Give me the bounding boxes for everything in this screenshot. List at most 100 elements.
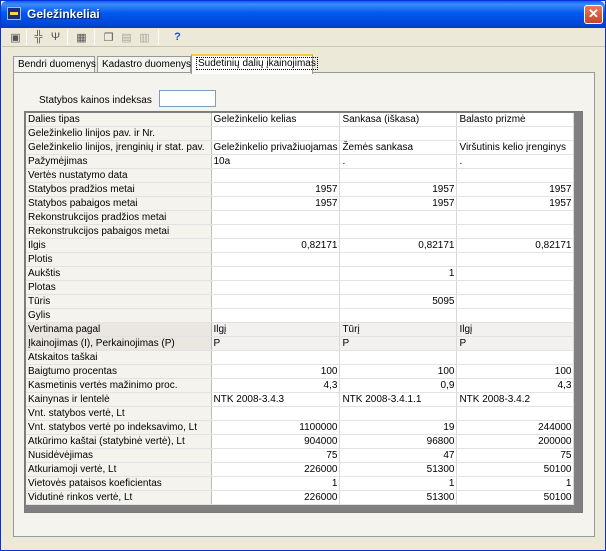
- grid-cell[interactable]: Žemės sankasa: [339, 140, 458, 156]
- grid-cell[interactable]: [211, 126, 341, 142]
- grid-cell[interactable]: 10a: [211, 154, 341, 170]
- grid-cell[interactable]: [339, 308, 458, 324]
- paste-icon[interactable]: ▤: [119, 30, 134, 44]
- grid-cell[interactable]: [456, 308, 575, 324]
- grid-cell[interactable]: 100: [211, 364, 341, 380]
- grid-cell[interactable]: [339, 210, 458, 226]
- grid-cell[interactable]: 4,3: [211, 378, 341, 394]
- help-icon[interactable]: ?: [170, 30, 185, 44]
- grid-cell[interactable]: Sankasa (iškasa): [339, 113, 458, 128]
- construction-index-input[interactable]: [159, 90, 216, 107]
- grid-cell[interactable]: NTK 2008-3.4.2: [456, 392, 575, 408]
- grid-cell[interactable]: P: [339, 336, 458, 352]
- grid-cell[interactable]: 1957: [211, 182, 341, 198]
- grid-cell[interactable]: [456, 350, 575, 366]
- grid-cell[interactable]: [211, 350, 341, 366]
- grid-cell[interactable]: 1: [211, 476, 341, 492]
- grid-cell[interactable]: 0,9: [339, 378, 458, 394]
- grid-cell[interactable]: 0,82171: [456, 238, 575, 254]
- grid-cell[interactable]: 75: [456, 448, 575, 464]
- grid-cell[interactable]: [211, 406, 341, 422]
- valuation-grid[interactable]: Dalies tipas Geležinkelio kelias Sankasa (…: [24, 111, 583, 513]
- grid-cell[interactable]: 0,82171: [339, 238, 458, 254]
- close-button[interactable]: ✕: [584, 5, 603, 24]
- grid-cell[interactable]: 19: [339, 420, 458, 436]
- grid-cell[interactable]: 100: [456, 364, 575, 380]
- grid-cell[interactable]: [339, 350, 458, 366]
- grid-cell[interactable]: [339, 252, 458, 268]
- grid-cell[interactable]: [211, 224, 341, 240]
- grid-cell[interactable]: [211, 168, 341, 184]
- tab-component-valuation[interactable]: Sudetinių dalių įkainojimas: [191, 54, 318, 74]
- grid-cell[interactable]: NTK 2008-3.4.3: [211, 392, 341, 408]
- grid-cell[interactable]: Geležinkelio kelias: [211, 113, 341, 128]
- grid-cell[interactable]: P: [456, 336, 575, 352]
- grid-cell[interactable]: 226000: [211, 462, 341, 478]
- grid-cell[interactable]: 904000: [211, 434, 341, 450]
- grid-cell[interactable]: 100: [339, 364, 458, 380]
- grid-cell[interactable]: 1957: [456, 182, 575, 198]
- grid-cell[interactable]: 1: [456, 476, 575, 492]
- grid-cell[interactable]: 1957: [211, 196, 341, 212]
- copy-icon[interactable]: ❐: [101, 30, 116, 44]
- tab-general[interactable]: Bendri duomenys: [13, 56, 96, 73]
- grid-cell[interactable]: [211, 308, 341, 324]
- grid-cell[interactable]: Ilgį: [456, 322, 575, 338]
- grid-cell[interactable]: 5095: [339, 294, 458, 310]
- grid-cell[interactable]: [456, 210, 575, 226]
- grid-cell[interactable]: [211, 266, 341, 282]
- grid-cell[interactable]: Ilgį: [211, 322, 341, 338]
- clipboard-icon[interactable]: ▥: [137, 30, 152, 44]
- grid-cell[interactable]: [211, 252, 341, 268]
- grid-cell[interactable]: [456, 406, 575, 422]
- grid-cell[interactable]: 1957: [339, 182, 458, 198]
- table-row: Atskaitos taškai: [26, 350, 575, 366]
- grid-cell[interactable]: [339, 168, 458, 184]
- grid-cell[interactable]: [339, 224, 458, 240]
- grid-cell[interactable]: 1100000: [211, 420, 341, 436]
- grid-cell[interactable]: [339, 126, 458, 142]
- grid-cell[interactable]: [456, 266, 575, 282]
- grid-cell[interactable]: [211, 280, 341, 296]
- grid-cell[interactable]: P: [211, 336, 341, 352]
- grid-cell[interactable]: Balasto prizmė: [456, 113, 575, 128]
- grid-cell[interactable]: [456, 224, 575, 240]
- grid-cell[interactable]: Viršutinis kelio įrenginys: [456, 140, 575, 156]
- tab-cadastre[interactable]: Kadastro duomenys: [97, 56, 191, 73]
- grid-cell[interactable]: .: [456, 154, 575, 170]
- calculator-icon[interactable]: ▦: [74, 30, 89, 44]
- grid-cell[interactable]: [211, 294, 341, 310]
- grid-cell[interactable]: [339, 280, 458, 296]
- grid-cell[interactable]: 0,82171: [211, 238, 341, 254]
- title-bar[interactable]: Geležinkeliai ✕: [1, 1, 605, 28]
- grid-cell[interactable]: Geležinkelio privažiuojamas: [211, 140, 341, 156]
- fork-icon[interactable]: Ψ: [48, 30, 63, 44]
- grid-cell[interactable]: 226000: [211, 490, 341, 506]
- grid-cell[interactable]: 1957: [339, 196, 458, 212]
- grid-cell[interactable]: 51300: [339, 490, 458, 506]
- grid-cell[interactable]: 244000: [456, 420, 575, 436]
- grid-cell[interactable]: [456, 168, 575, 184]
- grid-cell[interactable]: [211, 210, 341, 226]
- tree-icon[interactable]: ╬: [31, 30, 46, 44]
- grid-cell[interactable]: 51300: [339, 462, 458, 478]
- grid-cell[interactable]: NTK 2008-3.4.1.1: [339, 392, 458, 408]
- grid-cell[interactable]: 1: [339, 266, 458, 282]
- grid-cell[interactable]: .: [339, 154, 458, 170]
- grid-cell[interactable]: 50100: [456, 490, 575, 506]
- grid-cell[interactable]: 50100: [456, 462, 575, 478]
- grid-cell[interactable]: 1957: [456, 196, 575, 212]
- grid-cell[interactable]: 200000: [456, 434, 575, 450]
- grid-cell[interactable]: [456, 252, 575, 268]
- grid-cell[interactable]: 96800: [339, 434, 458, 450]
- grid-cell[interactable]: 4,3: [456, 378, 575, 394]
- grid-cell[interactable]: 47: [339, 448, 458, 464]
- save-icon[interactable]: ▣: [8, 30, 23, 44]
- grid-cell[interactable]: 1: [339, 476, 458, 492]
- grid-cell[interactable]: 75: [211, 448, 341, 464]
- grid-cell[interactable]: [456, 126, 575, 142]
- grid-cell[interactable]: [456, 280, 575, 296]
- grid-cell[interactable]: Tūrį: [339, 322, 458, 338]
- grid-cell[interactable]: [339, 406, 458, 422]
- grid-cell[interactable]: [456, 294, 575, 310]
